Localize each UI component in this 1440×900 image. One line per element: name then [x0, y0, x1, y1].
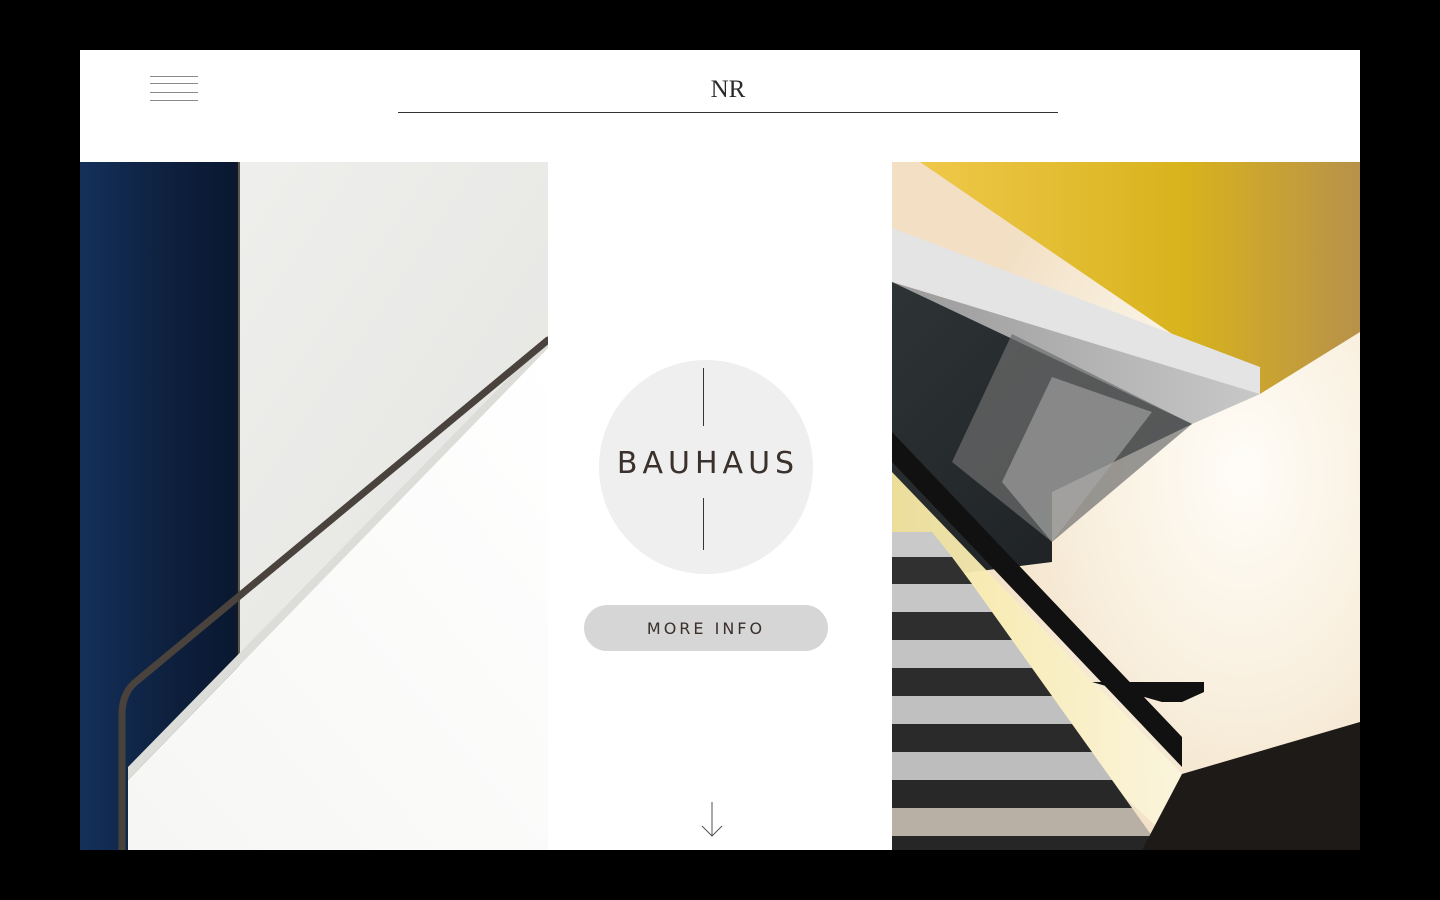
menu-line [150, 83, 198, 84]
menu-line [150, 100, 198, 101]
staircase-illustration-graphic [892, 162, 1360, 850]
page-frame: NR BAUHAUS MORE INFO [80, 50, 1360, 850]
hamburger-menu-icon[interactable] [148, 74, 200, 104]
bauhaus-staircase-illustration [892, 162, 1360, 850]
site-logo[interactable]: NR [398, 76, 1058, 104]
logo-underline [398, 112, 1058, 113]
hero-title: BAUHAUS [616, 446, 800, 481]
bauhaus-staircase-handrail-photo [80, 162, 548, 850]
bauhaus-badge: BAUHAUS [599, 360, 813, 574]
badge-divider-bottom [703, 498, 704, 550]
site-header: NR [80, 50, 1360, 162]
badge-divider-top [703, 368, 704, 426]
menu-line [150, 76, 198, 77]
menu-line [150, 92, 198, 93]
more-info-button[interactable]: MORE INFO [584, 605, 828, 651]
staircase-photo-graphic [80, 162, 548, 850]
arrow-down-icon[interactable] [700, 800, 726, 840]
